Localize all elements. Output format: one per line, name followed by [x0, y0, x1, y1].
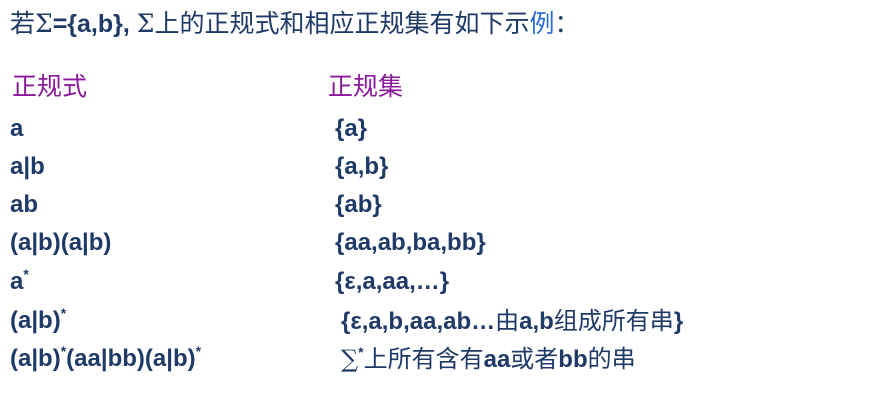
slide: 若Σ={a,b}, Σ上的正规式和相应正规集有如下示例： 正规式 正规集 a {… [0, 0, 881, 417]
set-text: {ab} [335, 191, 382, 218]
set-cell: {ε,a,aa,…} [335, 265, 449, 299]
set-text-zh: 或者 [510, 345, 559, 373]
set-text: {aa,ab,ba,bb} [335, 229, 486, 256]
regex-text: a [10, 115, 24, 142]
title-prefix: 若 [10, 9, 36, 38]
regex-text: (a|b) [10, 345, 61, 372]
regex-cell: a* [10, 265, 29, 299]
set-text-zh: 上所有含有 [363, 345, 484, 373]
set-text: {ε,a,b,aa,ab… [341, 308, 496, 335]
set-cell: {a} [335, 112, 367, 146]
table-row: a|b {a,b} [0, 150, 881, 184]
regex-text: (aa|bb)(a|b) [66, 345, 196, 372]
set-text-zh: 组成所有串 [553, 307, 674, 335]
set-text: {a,b} [335, 153, 389, 180]
set-text: {ε,a,aa,…} [335, 268, 450, 295]
title-text: 上的正规式和相应正规集有如下示 [154, 9, 530, 38]
set-cell: {ab} [335, 188, 382, 222]
regex-cell: a [10, 112, 23, 146]
regex-text: a [10, 268, 24, 295]
set-text: {a} [335, 115, 368, 142]
title-comma: , [122, 10, 137, 38]
set-text-zh: 的串 [587, 345, 636, 373]
regex-text: a|b [10, 153, 45, 180]
set-cell: ∑*上所有含有aa或者bb的串 [341, 342, 636, 376]
regex-text: (a|b)(a|b) [10, 229, 112, 256]
set-cell: {ε,a,b,aa,ab…由a,b组成所有串} [341, 304, 683, 338]
table-row: (a|b)(a|b) {aa,ab,ba,bb} [0, 226, 881, 260]
header-set: 正规集 [328, 72, 404, 101]
set-cell: {a,b} [335, 150, 388, 184]
header-regex: 正规式 [12, 72, 88, 101]
table-row: (a|b)*(aa|bb)(a|b)* ∑*上所有含有aa或者bb的串 [0, 342, 881, 376]
title-sigma-2: Σ [136, 9, 155, 38]
regex-text: (a|b) [10, 307, 61, 334]
set-text: a,b [519, 308, 554, 335]
regex-cell: (a|b)(a|b) [10, 226, 111, 260]
title-highlight: 例 [529, 9, 555, 38]
set-text: bb [558, 346, 588, 373]
table-row: a* {ε,a,aa,…} [0, 265, 881, 299]
regex-cell: (a|b)*(aa|bb)(a|b)* [10, 342, 201, 376]
table-row: a {a} [0, 112, 881, 146]
regex-cell: ab [10, 188, 38, 222]
set-text: aa [483, 346, 511, 373]
kleene-star: * [60, 343, 67, 359]
kleene-star: * [358, 344, 364, 360]
kleene-star: * [60, 305, 67, 321]
regex-cell: a|b [10, 150, 45, 184]
sum-symbol: ∑ [341, 345, 359, 373]
set-text-zh: 由 [495, 307, 520, 335]
kleene-star: * [23, 266, 29, 282]
title-sigma: Σ [35, 9, 53, 38]
title-suffix: ： [554, 9, 580, 38]
set-text: } [673, 308, 684, 335]
kleene-star: * [195, 343, 202, 359]
regex-cell: (a|b)* [10, 304, 66, 338]
table-row: ab {ab} [0, 188, 881, 222]
regex-text: ab [10, 191, 39, 218]
slide-title: 若Σ={a,b}, Σ上的正规式和相应正规集有如下示例： [10, 4, 580, 44]
table-row: (a|b)* {ε,a,b,aa,ab…由a,b组成所有串} [0, 304, 881, 338]
title-set: ={a,b} [52, 10, 123, 38]
set-cell: {aa,ab,ba,bb} [335, 226, 486, 260]
